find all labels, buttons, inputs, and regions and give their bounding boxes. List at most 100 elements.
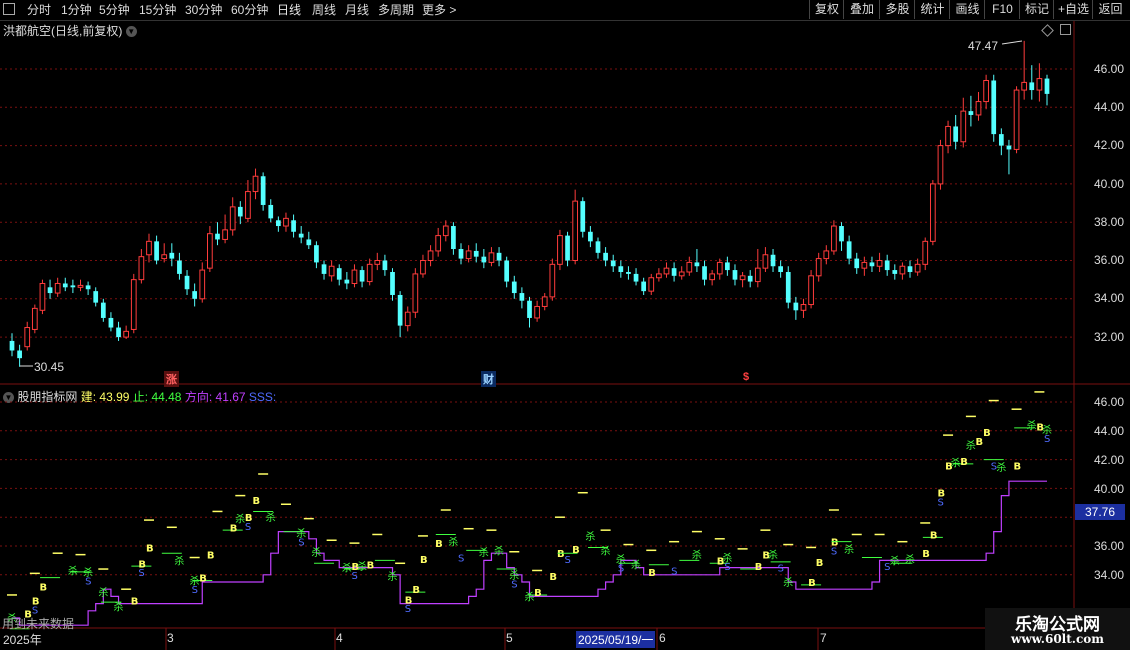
period-daily[interactable]: 日线 bbox=[277, 2, 301, 18]
candle-body bbox=[344, 279, 350, 284]
draw-line-button[interactable]: 画线 bbox=[949, 0, 985, 19]
s-marker: S bbox=[511, 579, 517, 590]
period-weekly[interactable]: 周线 bbox=[312, 2, 336, 18]
s-marker: S bbox=[1044, 434, 1050, 445]
s-marker: S bbox=[138, 568, 144, 579]
limit-up-badge[interactable]: 涨 bbox=[164, 371, 179, 387]
candle-body bbox=[884, 260, 890, 271]
chevron-down-icon[interactable]: ▼ bbox=[125, 26, 137, 38]
direction-label: 方向: bbox=[184, 390, 213, 404]
candle-body bbox=[588, 231, 593, 242]
s-marker: S bbox=[298, 538, 304, 549]
s-marker: S bbox=[405, 604, 411, 615]
sell-glyph: 杀 bbox=[966, 439, 976, 452]
finance-badge[interactable]: 财 bbox=[481, 371, 496, 387]
period-5min[interactable]: 5分钟 bbox=[99, 2, 130, 18]
period-multi[interactable]: 多周期 bbox=[378, 2, 414, 18]
candle-body bbox=[549, 263, 556, 298]
candle-body bbox=[572, 200, 579, 261]
candle-body bbox=[747, 275, 753, 282]
candle-body bbox=[839, 226, 844, 242]
candle-body bbox=[869, 262, 875, 267]
sell-glyph: 杀 bbox=[448, 536, 458, 549]
b-marker: B bbox=[755, 562, 763, 573]
candle-body bbox=[1021, 81, 1028, 91]
b-marker: B bbox=[1014, 461, 1022, 472]
period-monthly[interactable]: 月线 bbox=[345, 2, 369, 18]
b-marker: B bbox=[983, 428, 991, 439]
add-watchlist-button[interactable]: +自选 bbox=[1053, 0, 1093, 19]
candle-body bbox=[732, 270, 738, 280]
candle-body bbox=[283, 217, 289, 227]
period-15min[interactable]: 15分钟 bbox=[139, 2, 176, 18]
menu-icon[interactable] bbox=[3, 3, 15, 15]
s-marker: S bbox=[778, 564, 784, 575]
b-marker: B bbox=[831, 538, 839, 549]
mark-button[interactable]: 标记 bbox=[1019, 0, 1054, 19]
candle-body bbox=[991, 80, 997, 135]
candle-body bbox=[366, 263, 373, 283]
sell-glyph: 杀 bbox=[996, 461, 1006, 474]
period-fenshi[interactable]: 分时 bbox=[27, 2, 51, 18]
high-marker: 47.47 bbox=[968, 39, 998, 53]
sell-glyph: 杀 bbox=[1027, 419, 1037, 432]
b-marker: B bbox=[245, 513, 253, 524]
sell-glyph: 杀 bbox=[190, 575, 200, 588]
candle-body bbox=[351, 269, 358, 284]
s-marker: S bbox=[192, 585, 198, 596]
s-marker: S bbox=[671, 566, 677, 577]
candle-body bbox=[31, 307, 38, 330]
statistics-button[interactable]: 统计 bbox=[914, 0, 950, 19]
candle-body bbox=[511, 281, 517, 294]
candle-body bbox=[488, 252, 495, 263]
sell-glyph: 杀 bbox=[509, 569, 519, 582]
watermark-url: www.60lt.com bbox=[1011, 632, 1104, 646]
chevron-down-icon[interactable]: ▼ bbox=[3, 392, 14, 404]
dividend-badge[interactable]: $ bbox=[741, 371, 751, 383]
candle-body bbox=[975, 101, 982, 116]
sell-glyph: 杀 bbox=[479, 546, 489, 559]
stop-label: 止: bbox=[132, 390, 149, 404]
candle-body bbox=[846, 241, 852, 259]
candle-body bbox=[116, 327, 121, 338]
candle-body bbox=[770, 254, 776, 267]
candle-body bbox=[808, 275, 814, 306]
candle-body bbox=[565, 235, 570, 261]
candle-body bbox=[678, 271, 685, 277]
y-tick: 42.00 bbox=[1093, 138, 1124, 152]
multi-stock-button[interactable]: 多股 bbox=[879, 0, 915, 19]
sell-glyph: 杀 bbox=[388, 570, 398, 583]
back-button[interactable]: 返回 bbox=[1092, 0, 1128, 19]
sell-glyph: 杀 bbox=[616, 553, 626, 566]
candle-body bbox=[785, 271, 791, 303]
overlay-button[interactable]: 叠加 bbox=[843, 0, 880, 19]
candle-body bbox=[420, 260, 426, 275]
candle-body bbox=[953, 126, 959, 142]
b-marker: B bbox=[945, 461, 953, 472]
period-toolbar: 分时 1分钟 5分钟 15分钟 30分钟 60分钟 日线 周线 月线 多周期 更… bbox=[0, 0, 1130, 21]
candle-body bbox=[686, 261, 693, 273]
candle-body bbox=[199, 269, 206, 300]
period-60min[interactable]: 60分钟 bbox=[231, 2, 268, 18]
year-label: 2025年 bbox=[3, 633, 42, 647]
candle-body bbox=[442, 225, 449, 237]
candle-body bbox=[983, 79, 989, 103]
candle-body bbox=[527, 300, 532, 318]
month-label: 5 bbox=[506, 631, 513, 645]
period-1min[interactable]: 1分钟 bbox=[61, 2, 92, 18]
panel-toggle-icon[interactable] bbox=[1060, 24, 1071, 35]
period-30min[interactable]: 30分钟 bbox=[185, 2, 222, 18]
sell-glyph: 杀 bbox=[585, 530, 595, 543]
period-more[interactable]: 更多 > bbox=[422, 2, 456, 18]
candle-body bbox=[138, 256, 145, 281]
sell-glyph: 杀 bbox=[1042, 423, 1052, 436]
candle-body bbox=[633, 273, 639, 282]
restore-rights-button[interactable]: 复权 bbox=[809, 0, 844, 19]
candle-body bbox=[656, 273, 662, 279]
candle-body bbox=[831, 225, 837, 252]
diamond-icon[interactable] bbox=[1041, 24, 1054, 37]
f10-button[interactable]: F10 bbox=[984, 0, 1020, 19]
candle-body bbox=[496, 252, 502, 261]
chart-canvas[interactable]: 杀 BBSB杀 杀S杀杀BBSB杀杀SBBB杀 BSB杀杀S杀杀 BS杀 B杀BSBBB 杀… bbox=[0, 0, 1130, 650]
s-marker: S bbox=[565, 555, 571, 566]
